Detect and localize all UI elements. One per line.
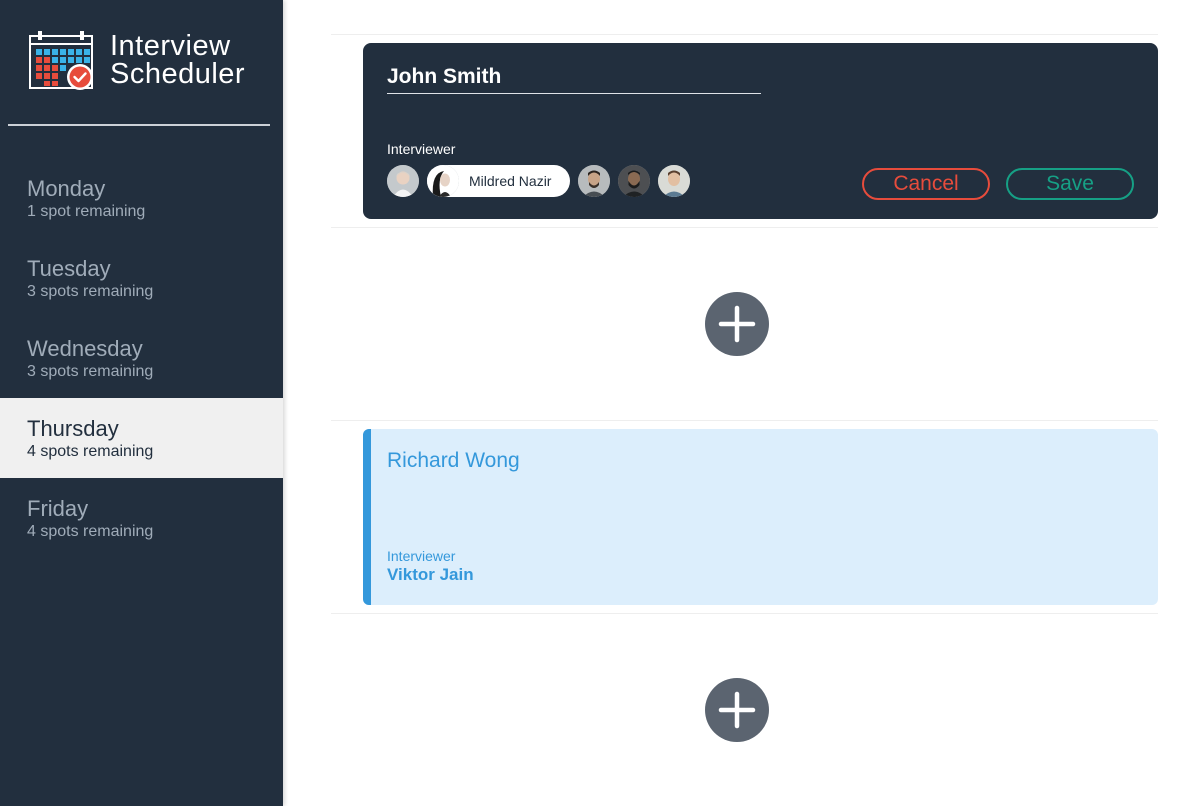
sidebar-divider [8, 124, 270, 126]
sidebar: Interview Scheduler Monday 1 spot remain… [0, 0, 283, 806]
appointment-card[interactable]: Richard Wong Interviewer Viktor Jain [363, 429, 1158, 605]
plus-icon [718, 305, 756, 343]
plus-icon [718, 691, 756, 729]
selected-interviewer[interactable]: Mildred Nazir [427, 165, 570, 197]
time-slot-divider [331, 613, 1158, 614]
interviewer-avatar[interactable] [618, 165, 650, 197]
day-item-thursday[interactable]: Thursday 4 spots remaining [0, 398, 283, 478]
schedule: Interviewer [331, 0, 1158, 806]
day-name: Wednesday [27, 336, 143, 361]
day-name: Friday [27, 496, 89, 521]
day-spots: 4 spots remaining [27, 443, 154, 460]
time-slot-divider [331, 34, 1158, 35]
interviewer-label: Interviewer [387, 548, 456, 564]
time-slot-divider [331, 227, 1158, 228]
interviewer-label: Interviewer [387, 141, 456, 157]
day-name: Tuesday [27, 256, 111, 281]
day-item-monday[interactable]: Monday 1 spot remaining [0, 158, 283, 238]
day-list: Monday 1 spot remaining Tuesday 3 spots … [0, 158, 283, 558]
day-item-wednesday[interactable]: Wednesday 3 spots remaining [0, 318, 283, 398]
app-title-line2: Scheduler [110, 58, 246, 90]
interviewer-avatar[interactable] [387, 165, 419, 197]
person-icon [387, 165, 419, 197]
interviewer-list: Mildred Nazir [387, 165, 690, 197]
interviewer-avatar[interactable] [658, 165, 690, 197]
person-icon [427, 165, 459, 197]
day-item-friday[interactable]: Friday 4 spots remaining [0, 478, 283, 558]
appointment-stripe [363, 429, 371, 605]
interviewer-avatar [427, 165, 459, 197]
time-slot-divider [331, 420, 1158, 421]
selected-interviewer-name: Mildred Nazir [469, 173, 552, 189]
appointment-student-name: Richard Wong [387, 449, 520, 472]
app-title-line1: Interview [110, 30, 231, 62]
day-spots: 3 spots remaining [27, 283, 154, 300]
person-icon [578, 165, 610, 197]
day-spots: 1 spot remaining [27, 203, 146, 220]
day-spots: 4 spots remaining [27, 523, 154, 540]
day-name: Monday [27, 176, 106, 201]
day-item-tuesday[interactable]: Tuesday 3 spots remaining [0, 238, 283, 318]
app-title: Interview Scheduler [110, 30, 246, 90]
add-appointment-button[interactable] [705, 292, 769, 356]
app-logo: Interview Scheduler [28, 30, 245, 92]
person-icon [658, 165, 690, 197]
interviewer-avatar[interactable] [578, 165, 610, 197]
add-appointment-button[interactable] [705, 678, 769, 742]
cancel-button[interactable]: Cancel [862, 168, 990, 200]
appointment-interviewer-name: Viktor Jain [387, 565, 474, 584]
day-spots: 3 spots remaining [27, 363, 154, 380]
calendar-check-icon [29, 31, 93, 90]
person-icon [618, 165, 650, 197]
day-name: Thursday [27, 416, 119, 441]
save-button[interactable]: Save [1006, 168, 1134, 200]
student-name-input[interactable] [387, 63, 761, 94]
appointment-form: Interviewer [363, 43, 1158, 219]
